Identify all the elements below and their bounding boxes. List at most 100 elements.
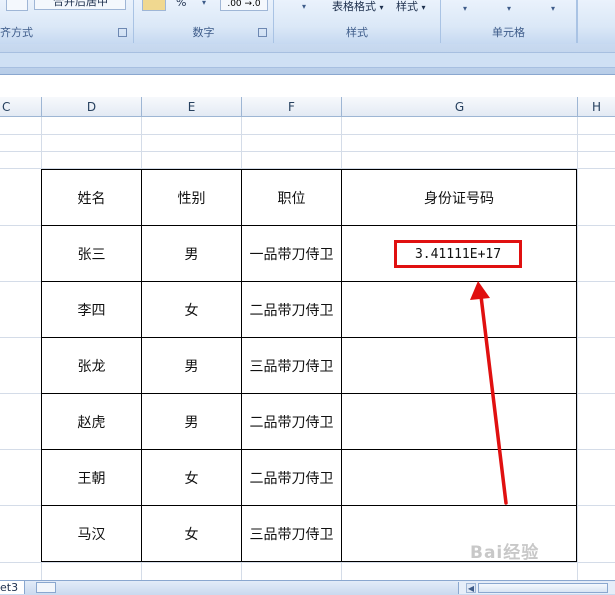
decimal-format-label: .00 →.0	[227, 0, 261, 9]
cell-name: 李四	[77, 302, 106, 319]
table-header-cell[interactable]: 姓名	[41, 169, 142, 226]
cell-name: 张龙	[77, 358, 106, 375]
cell-gender: 男	[184, 358, 199, 375]
table-cell[interactable]: 马汉	[41, 506, 142, 562]
sheet-tab[interactable]: et3	[0, 581, 26, 594]
dialog-launcher-icon[interactable]	[118, 28, 127, 37]
header-name: 姓名	[77, 190, 106, 207]
table-cell[interactable]: 赵虎	[41, 394, 142, 450]
cell-name: 王朝	[77, 470, 106, 487]
cell-gender: 女	[184, 470, 199, 487]
table-cell[interactable]	[342, 506, 577, 562]
formula-bar-area	[0, 44, 615, 75]
table-cell[interactable]: 李四	[41, 282, 142, 338]
table-cell[interactable]: 一品带刀侍卫	[242, 226, 342, 282]
table-cell[interactable]: 三品带刀侍卫	[242, 338, 342, 394]
chevron-down-icon[interactable]: ▾	[507, 4, 511, 13]
ribbon-group-cells: ▾ ▾ ▾ 单元格	[441, 0, 577, 43]
table-header-cell[interactable]: 身份证号码	[342, 169, 577, 226]
percent-label: %	[176, 0, 187, 9]
header-gender: 性别	[177, 190, 206, 207]
column-header-label: D	[86, 100, 97, 114]
chevron-down-icon[interactable]: ▾	[551, 4, 555, 13]
dialog-launcher-icon[interactable]	[258, 28, 267, 37]
cell-gender: 男	[184, 246, 199, 263]
cell-position: 一品带刀侍卫	[249, 246, 334, 263]
format-as-table-label: 表格格式	[332, 0, 376, 13]
table-cell[interactable]: 三品带刀侍卫	[242, 506, 342, 562]
cell-styles-button[interactable]: 样式 ▾	[396, 1, 426, 14]
column-header-d[interactable]: D	[42, 97, 142, 117]
column-header-h[interactable]: H	[578, 97, 615, 117]
currency-icon[interactable]	[142, 0, 166, 11]
cell-gender: 男	[184, 414, 199, 431]
cell-position: 二品带刀侍卫	[249, 302, 334, 319]
table-cell[interactable]: 二品带刀侍卫	[242, 282, 342, 338]
gridline	[577, 117, 578, 580]
highlighted-id-cell[interactable]: 3.41111E+17	[394, 240, 522, 268]
header-id-number: 身份证号码	[424, 190, 494, 207]
scrollbar-thumb[interactable]	[478, 583, 608, 593]
formula-bar[interactable]	[0, 52, 615, 68]
group-label-cells: 单元格	[492, 26, 525, 39]
table-cell[interactable]: 男	[142, 226, 242, 282]
ribbon-group-styles: ▾ 表格格式 ▾ 样式 ▾ 样式	[274, 0, 441, 43]
column-header-e[interactable]: E	[142, 97, 242, 117]
cell-position: 三品带刀侍卫	[249, 526, 334, 543]
watermark: Bai经验	[470, 543, 540, 563]
cell-name: 赵虎	[77, 414, 106, 431]
ribbon-group-editing	[577, 0, 615, 43]
cell-name: 张三	[77, 246, 106, 263]
chevron-down-icon: ▾	[421, 3, 426, 12]
group-label-number: 数字	[192, 26, 215, 39]
percent-button[interactable]: %	[176, 0, 186, 10]
scientific-notation-value: 3.41111E+17	[414, 246, 502, 262]
table-cell[interactable]	[342, 450, 577, 506]
cell-position: 二品带刀侍卫	[249, 414, 334, 431]
table-cell[interactable]: 女	[142, 282, 242, 338]
merge-center-button[interactable]: 合并后居中	[34, 0, 126, 10]
cell-position: 二品带刀侍卫	[249, 470, 334, 487]
column-header-c[interactable]: C	[0, 97, 42, 117]
table-cell[interactable]: 男	[142, 394, 242, 450]
chevron-down-icon[interactable]: ▾	[463, 4, 467, 13]
group-label-styles: 样式	[346, 26, 368, 39]
sheet-top-strip	[0, 75, 615, 98]
column-header-f[interactable]: F	[242, 97, 342, 117]
decimal-format-button[interactable]: .00 →.0	[220, 0, 268, 11]
cell-name: 马汉	[77, 526, 106, 543]
column-header-label: E	[187, 100, 196, 114]
table-cell[interactable]: 女	[142, 450, 242, 506]
column-header-label: F	[288, 100, 295, 114]
ribbon-group-number: % ▾ .00 →.0 数字	[134, 0, 274, 43]
group-label-alignment: 齐方式	[0, 26, 33, 39]
scroll-left-icon[interactable]: ◀	[466, 583, 476, 593]
format-as-table-button[interactable]: 表格格式 ▾	[332, 1, 384, 14]
chevron-down-icon: ▾	[379, 3, 384, 12]
align-icon[interactable]	[6, 0, 28, 11]
table-cell[interactable]: 男	[142, 338, 242, 394]
cell-gender: 女	[184, 526, 199, 543]
column-header-label: G	[454, 100, 465, 114]
column-header-g[interactable]: G	[342, 97, 578, 117]
chevron-down-icon[interactable]: ▾	[302, 2, 306, 11]
merge-center-label: 合并后居中	[53, 0, 108, 8]
table-cell[interactable]	[342, 338, 577, 394]
table-cell[interactable]: 女	[142, 506, 242, 562]
table-cell[interactable]: 张龙	[41, 338, 142, 394]
insert-sheet-icon[interactable]	[36, 582, 56, 593]
table-cell[interactable]: 二品带刀侍卫	[242, 394, 342, 450]
table-cell[interactable]	[342, 282, 577, 338]
ribbon: 合并后居中 齐方式 % ▾ .00 →.0 数字 ▾ 表格格式 ▾ 样式 ▾ 样…	[0, 0, 615, 45]
header-position: 职位	[277, 190, 306, 207]
table-cell[interactable]: 张三	[41, 226, 142, 282]
gridline	[0, 151, 615, 152]
chevron-down-icon[interactable]: ▾	[202, 0, 206, 7]
table-cell[interactable]	[342, 394, 577, 450]
table-header-cell[interactable]: 职位	[242, 169, 342, 226]
cell-gender: 女	[184, 302, 199, 319]
table-cell[interactable]: 二品带刀侍卫	[242, 450, 342, 506]
table-header-cell[interactable]: 性别	[142, 169, 242, 226]
gridline	[0, 134, 615, 135]
table-cell[interactable]: 王朝	[41, 450, 142, 506]
